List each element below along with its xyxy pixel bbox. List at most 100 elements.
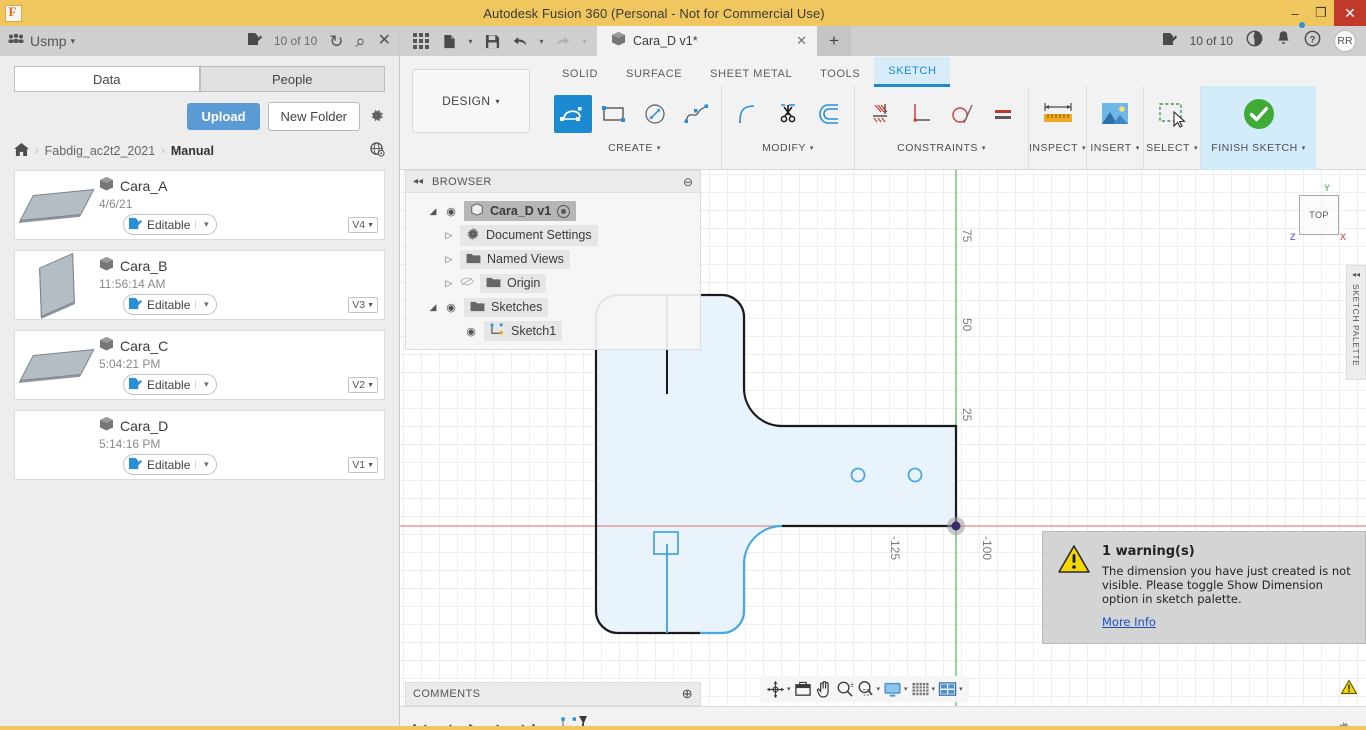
document-tab[interactable]: Cara_D v1* ✕ — [597, 26, 817, 56]
zoom-fit-icon[interactable]: ± — [836, 680, 854, 698]
grid-snap-icon[interactable]: ▾ — [911, 681, 936, 698]
visibility-eye-icon[interactable]: ◉ — [444, 205, 458, 218]
avatar[interactable]: RR — [1334, 30, 1356, 52]
tab-people[interactable]: People — [200, 66, 386, 92]
select-window-icon[interactable] — [1150, 95, 1194, 133]
chevron-down-icon[interactable]: ▾ — [1136, 144, 1140, 152]
refresh-icon[interactable]: ↻ — [329, 33, 343, 50]
viewports-icon[interactable]: ▾ — [938, 681, 963, 698]
clock-icon[interactable] — [1246, 30, 1263, 52]
sketch-arc-icon[interactable] — [554, 95, 592, 133]
expand-arrow-icon[interactable]: ▷ — [444, 230, 454, 241]
item-status-dropdown[interactable]: Editable ▼ — [123, 294, 217, 315]
maximize-button[interactable]: ❐ — [1308, 0, 1334, 26]
perpendicular-icon[interactable] — [902, 95, 940, 133]
chevron-down-icon[interactable]: ▾ — [810, 144, 814, 152]
tab-surface[interactable]: SURFACE — [612, 68, 696, 87]
chevron-down-icon[interactable]: ▾ — [959, 685, 963, 693]
status-warning-icon[interactable] — [1340, 679, 1358, 700]
more-info-link[interactable]: More Info — [1102, 615, 1156, 629]
equal-icon[interactable] — [984, 95, 1022, 133]
warning-toast[interactable]: 1 warning(s) The dimension you have just… — [1042, 531, 1366, 644]
list-item[interactable]: Cara_A 4/6/21 Editable ▼ V4▼ — [14, 170, 385, 240]
chevron-down-icon[interactable]: ▾ — [1194, 144, 1198, 152]
list-item[interactable]: Cara_C 5:04:21 PM Editable ▼ V2▼ — [14, 330, 385, 400]
circle-diameter-icon[interactable] — [636, 95, 674, 133]
breadcrumb-item-folder[interactable]: Manual — [171, 144, 214, 158]
workspace-switcher[interactable]: DESIGN ▾ — [412, 69, 530, 133]
chevron-down-icon[interactable]: ▾ — [657, 144, 661, 152]
chevron-down-icon[interactable]: ▼ — [195, 300, 214, 309]
fix-constraint-icon[interactable] — [861, 95, 899, 133]
expand-arrow-icon[interactable]: ◢ — [428, 206, 438, 217]
add-comment-icon[interactable]: ⊕ — [682, 686, 693, 702]
list-item[interactable]: Cara_B 11:56:14 AM Editable ▼ V3▼ — [14, 250, 385, 320]
collapse-icon[interactable]: ◂◂ — [1352, 270, 1360, 279]
minimize-icon[interactable]: ⊖ — [683, 175, 693, 189]
item-version-dropdown[interactable]: V1▼ — [348, 457, 378, 473]
pan-look-icon[interactable] — [794, 681, 812, 698]
upload-button[interactable]: Upload — [187, 103, 259, 130]
list-item[interactable]: Cara_D 5:14:16 PM Editable ▼ V1▼ — [14, 410, 385, 480]
visibility-eye-off-icon[interactable] — [460, 276, 474, 290]
new-folder-button[interactable]: New Folder — [268, 102, 360, 131]
expand-arrow-icon[interactable]: ▷ — [444, 278, 454, 289]
gear-icon[interactable] — [368, 107, 385, 127]
spline-icon[interactable] — [677, 95, 715, 133]
chevron-down-icon[interactable]: ▾ — [982, 144, 986, 152]
view-cube[interactable]: TOP Y X Z — [1296, 192, 1342, 238]
undo-caret-icon[interactable]: ▾ — [535, 26, 548, 56]
tab-tools[interactable]: TOOLS — [806, 68, 874, 87]
close-icon[interactable]: ✕ — [796, 33, 807, 49]
item-status-dropdown[interactable]: Editable ▼ — [123, 214, 217, 235]
tangent-icon[interactable] — [943, 95, 981, 133]
app-grid-icon[interactable] — [408, 26, 434, 56]
chevron-down-icon[interactable]: ▾ — [71, 36, 76, 47]
view-cube-face-label[interactable]: TOP — [1299, 195, 1339, 235]
new-tab-button[interactable]: + — [817, 26, 851, 56]
redo-icon[interactable] — [550, 26, 576, 56]
chevron-down-icon[interactable]: ▼ — [195, 220, 214, 229]
trim-scissors-icon[interactable] — [769, 95, 807, 133]
expand-arrow-icon[interactable]: ▷ — [444, 254, 454, 265]
insert-image-icon[interactable] — [1093, 95, 1137, 133]
activate-component-icon[interactable] — [557, 205, 570, 218]
green-check-icon[interactable] — [1236, 95, 1282, 133]
tree-node-document-settings[interactable]: ▷ Document Settings — [406, 223, 700, 247]
chevron-down-icon[interactable]: ▼ — [195, 460, 214, 469]
item-status-dropdown[interactable]: Editable ▼ — [123, 374, 217, 395]
hub-name[interactable]: Usmp — [30, 33, 67, 49]
chevron-down-icon[interactable]: ▾ — [787, 685, 791, 693]
chevron-down-icon[interactable]: ▾ — [496, 97, 500, 106]
home-icon[interactable] — [14, 143, 29, 159]
help-icon[interactable]: ? — [1304, 30, 1321, 52]
tree-node-sketches[interactable]: ◢ ◉ Sketches — [406, 295, 700, 319]
close-panel-icon[interactable]: ✕ — [378, 33, 391, 49]
item-status-dropdown[interactable]: Editable ▼ — [123, 454, 217, 475]
save-icon[interactable] — [479, 26, 505, 56]
chevron-down-icon[interactable]: ▾ — [932, 685, 936, 693]
tree-node-named-views[interactable]: ▷ Named Views — [406, 247, 700, 271]
orbit-icon[interactable]: ▾ — [766, 680, 791, 699]
close-button[interactable]: ✕ — [1334, 0, 1366, 26]
item-version-dropdown[interactable]: V2▼ — [348, 377, 378, 393]
sketch-palette-tab[interactable]: ◂◂ SKETCH PALETTE — [1346, 265, 1366, 380]
search-icon[interactable]: ⌕ — [356, 32, 366, 50]
rectangle-icon[interactable] — [595, 95, 633, 133]
chevron-down-icon[interactable]: ▼ — [195, 380, 214, 389]
expand-arrow-icon[interactable]: ◢ — [428, 302, 438, 313]
measure-ruler-icon[interactable] — [1036, 95, 1080, 133]
chevron-down-icon[interactable]: ▾ — [904, 685, 908, 693]
pan-hand-icon[interactable] — [815, 680, 833, 698]
tree-node-sketch1[interactable]: ◉ Sketch1 — [406, 319, 700, 343]
sketch-canvas[interactable]: -125 -100 -75 -50 -25 75 50 25 ◂◂ BROWSE… — [400, 170, 1366, 706]
tab-sketch[interactable]: SKETCH — [874, 57, 950, 87]
fillet-icon[interactable] — [728, 95, 766, 133]
collapse-icon[interactable]: ◂◂ — [413, 176, 423, 187]
comments-panel[interactable]: COMMENTS ⊕ — [405, 682, 701, 706]
panel-finish-sketch[interactable]: FINISH SKETCH ▾ — [1200, 86, 1316, 170]
tree-node-root[interactable]: ◢ ◉ Cara_D v1 — [406, 199, 700, 223]
zoom-window-icon[interactable]: ▾ — [857, 680, 881, 698]
new-file-caret-icon[interactable]: ▾ — [464, 26, 477, 56]
tree-node-origin[interactable]: ▷ Origin — [406, 271, 700, 295]
